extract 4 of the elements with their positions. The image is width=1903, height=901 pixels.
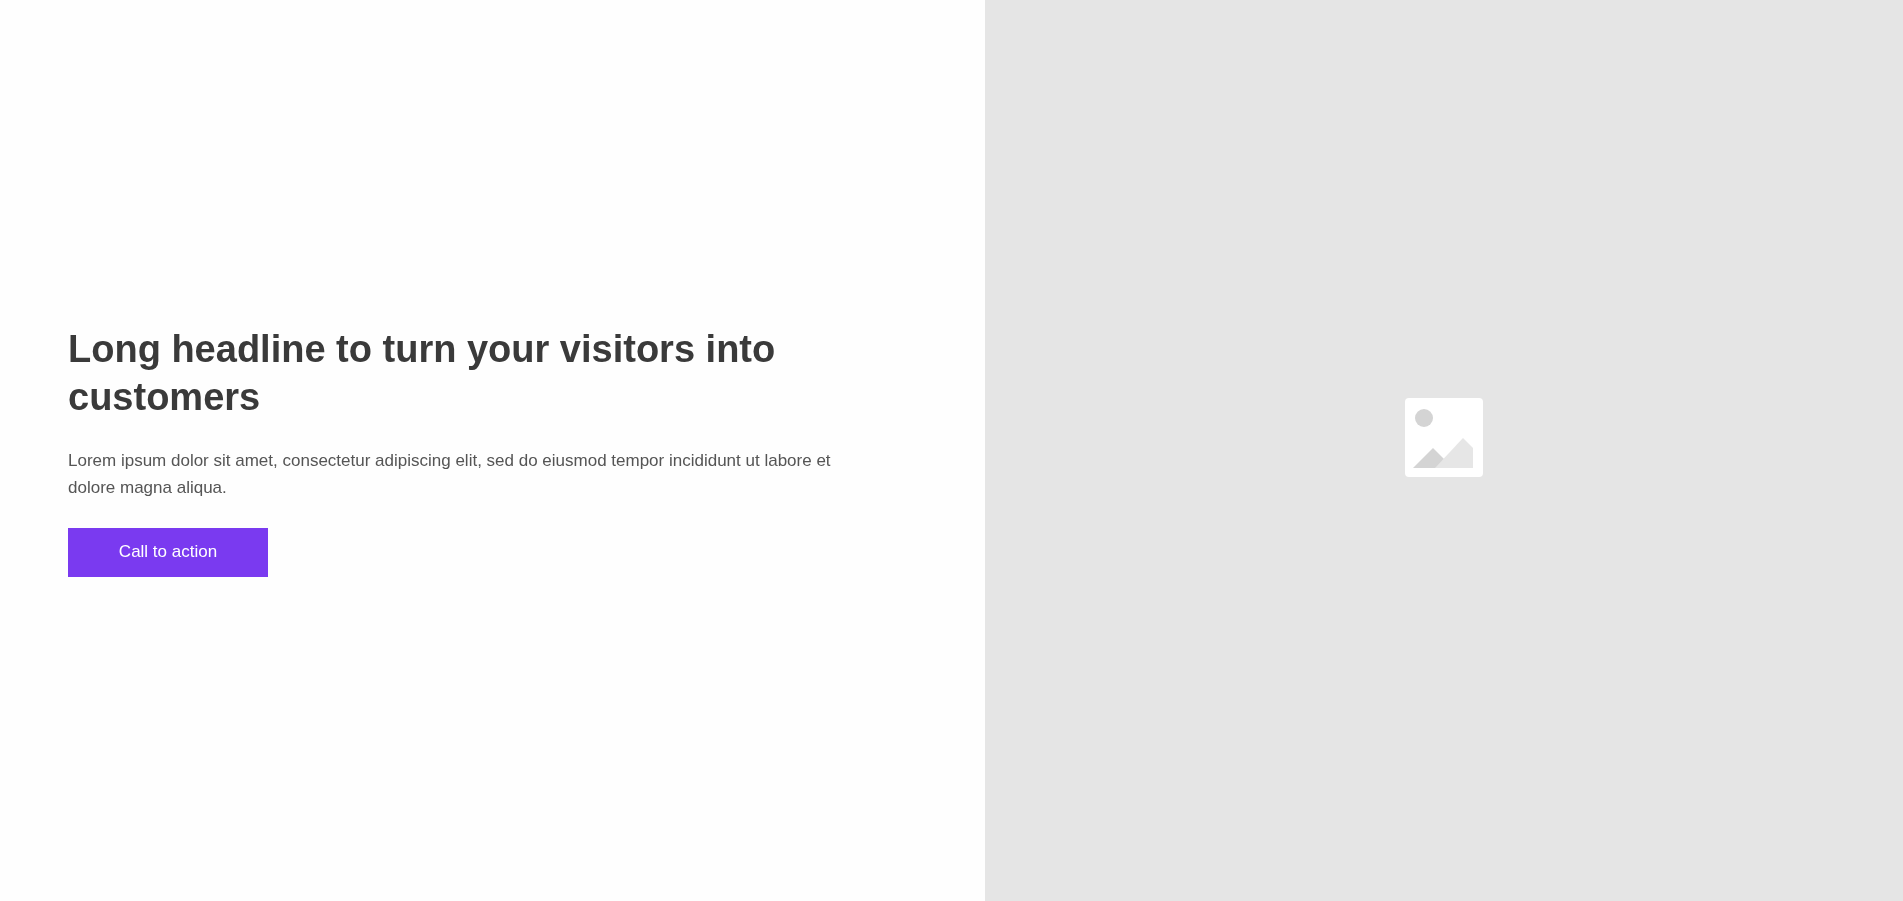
image-placeholder-icon (1405, 398, 1483, 477)
headline: Long headline to turn your visitors into customers (68, 326, 777, 420)
call-to-action-button[interactable]: Call to action (68, 527, 268, 577)
body-text: Lorem ipsum dolor sit amet, consectetur adipiscing elit, sed do eiusmod tempor incididunt ut labore et dolore magna aliqua. (68, 449, 832, 499)
